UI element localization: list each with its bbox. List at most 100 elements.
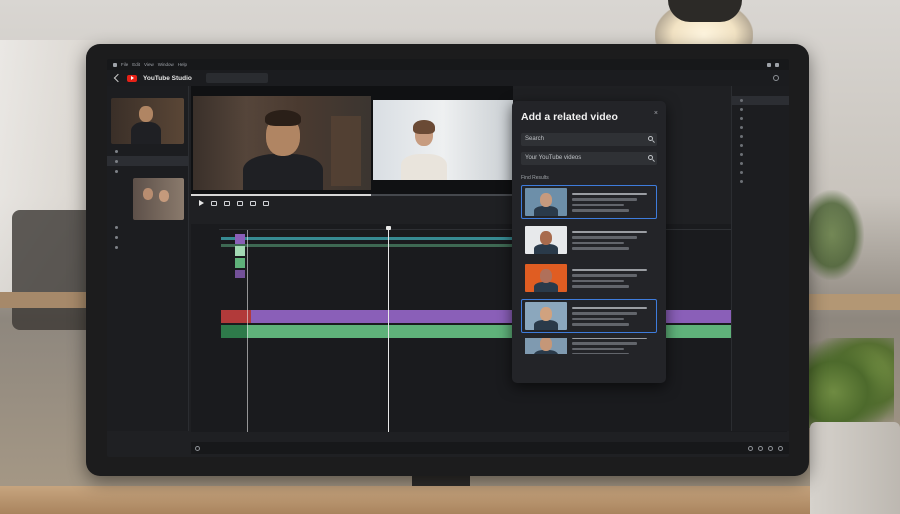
- video-result-item[interactable]: [521, 299, 657, 333]
- screen-icon[interactable]: [263, 200, 269, 206]
- video-meta: [572, 338, 653, 354]
- volume-icon[interactable]: [224, 200, 230, 206]
- main-video-frame[interactable]: [193, 96, 371, 190]
- presenter-hair: [265, 110, 301, 126]
- menu-item[interactable]: View: [144, 62, 154, 67]
- secondary-video-frame[interactable]: [373, 100, 513, 180]
- video-result-item[interactable]: [521, 185, 657, 219]
- video-meta: [572, 306, 653, 326]
- project-tab[interactable]: [205, 73, 268, 83]
- dialog-title: Add a related video: [521, 111, 618, 123]
- guest-hair: [413, 120, 435, 134]
- sidebar-item[interactable]: [107, 232, 188, 242]
- sidebar-item[interactable]: [107, 146, 188, 156]
- os-menubar: File Edit View Window Help: [107, 59, 789, 70]
- app-menu-icon[interactable]: [113, 62, 117, 67]
- plant-pot: [810, 422, 900, 514]
- results-section-label: Find Results: [521, 175, 549, 181]
- blurred-title-line: [572, 268, 647, 271]
- monitor: File Edit View Window Help YouTube Studi…: [86, 44, 809, 476]
- thumbnail-person: [540, 307, 552, 321]
- playback-controls: [191, 196, 787, 210]
- timeline-clip[interactable]: [235, 270, 245, 278]
- blurred-text-line: [572, 203, 624, 206]
- bullet-icon: [115, 149, 118, 153]
- play-icon[interactable]: [199, 200, 204, 206]
- right-sidebar-item[interactable]: [732, 123, 789, 132]
- bullet-icon: [740, 117, 743, 120]
- your-videos-filter[interactable]: Your YouTube videos: [521, 152, 657, 165]
- blurred-text-line: [572, 285, 629, 288]
- playhead-handle[interactable]: [386, 226, 391, 230]
- camera-icon[interactable]: [250, 200, 256, 206]
- menu-item[interactable]: Help: [178, 62, 187, 67]
- youtube-logo-icon: [127, 74, 137, 82]
- right-sidebar-item[interactable]: [732, 105, 789, 114]
- status-controls: [748, 445, 783, 451]
- blurred-text-line: [572, 241, 624, 244]
- video-thumbnail: [525, 338, 567, 354]
- thumbnail-person: [540, 193, 552, 207]
- blurred-title-line: [572, 230, 647, 233]
- media-thumbnail[interactable]: [133, 178, 184, 220]
- close-icon[interactable]: ×: [654, 110, 658, 117]
- status-icon: [775, 62, 779, 67]
- right-sidebar-item[interactable]: [732, 159, 789, 168]
- menu-item[interactable]: Edit: [132, 62, 140, 67]
- video-result-item[interactable]: [521, 223, 657, 257]
- timeline-marker[interactable]: [247, 230, 248, 432]
- timeline-clip[interactable]: [235, 234, 245, 244]
- search-icon[interactable]: [648, 136, 653, 141]
- app-titlebar: YouTube Studio: [107, 70, 789, 86]
- right-sidebar-item[interactable]: [732, 96, 789, 105]
- blurred-text-line: [572, 279, 624, 282]
- right-sidebar-item[interactable]: [732, 150, 789, 159]
- screen: File Edit View Window Help YouTube Studi…: [107, 59, 789, 457]
- blurred-text-line: [572, 274, 637, 277]
- sidebar-item[interactable]: [107, 156, 188, 166]
- search-icon[interactable]: [648, 155, 653, 160]
- right-sidebar-item[interactable]: [732, 132, 789, 141]
- back-arrow-icon[interactable]: [113, 73, 123, 83]
- presenter-body: [243, 154, 323, 190]
- blurred-title-line: [572, 192, 647, 195]
- right-sidebar-item[interactable]: [732, 168, 789, 177]
- timeline-clip[interactable]: [235, 258, 245, 268]
- sidebar-item[interactable]: [107, 222, 188, 232]
- video-result-item[interactable]: [521, 261, 657, 295]
- right-sidebar-item[interactable]: [732, 114, 789, 123]
- zoom-in-icon[interactable]: [758, 445, 763, 451]
- sidebar-item[interactable]: [107, 242, 188, 252]
- thumbnail-person-body: [534, 320, 558, 330]
- menu-item[interactable]: File: [121, 62, 128, 67]
- thumbnail-person: [540, 269, 552, 283]
- right-sidebar-item[interactable]: [732, 177, 789, 186]
- background-table-right: [805, 294, 900, 310]
- right-sidebar-item[interactable]: [732, 141, 789, 150]
- timeline-clip[interactable]: [221, 325, 787, 338]
- skip-icon[interactable]: [211, 200, 217, 206]
- bullet-icon: [115, 225, 118, 229]
- thumbnail-person: [540, 231, 552, 245]
- video-result-item[interactable]: [521, 337, 657, 355]
- timeline-clip[interactable]: [235, 246, 245, 256]
- media-thumbnail[interactable]: [111, 98, 184, 144]
- settings-icon[interactable]: [778, 445, 783, 451]
- bullet-icon: [740, 162, 743, 165]
- menu-item[interactable]: Window: [158, 62, 174, 67]
- blurred-text-line: [572, 198, 637, 201]
- fit-icon[interactable]: [768, 445, 773, 451]
- playhead[interactable]: [388, 230, 389, 432]
- add-related-video-dialog: Add a related video × Search Your YouTub…: [512, 101, 666, 383]
- zoom-out-icon[interactable]: [748, 445, 753, 451]
- loop-icon[interactable]: [237, 200, 243, 206]
- background-table: [0, 292, 95, 308]
- blurred-text-line: [572, 353, 629, 354]
- sidebar-item[interactable]: [107, 166, 188, 176]
- search-input[interactable]: Search: [521, 133, 657, 146]
- sidebar-header: [107, 86, 188, 96]
- timeline-ruler[interactable]: [219, 224, 787, 230]
- bullet-icon: [740, 180, 743, 183]
- timeline-clip[interactable]: [221, 325, 247, 338]
- refresh-icon[interactable]: [773, 75, 779, 81]
